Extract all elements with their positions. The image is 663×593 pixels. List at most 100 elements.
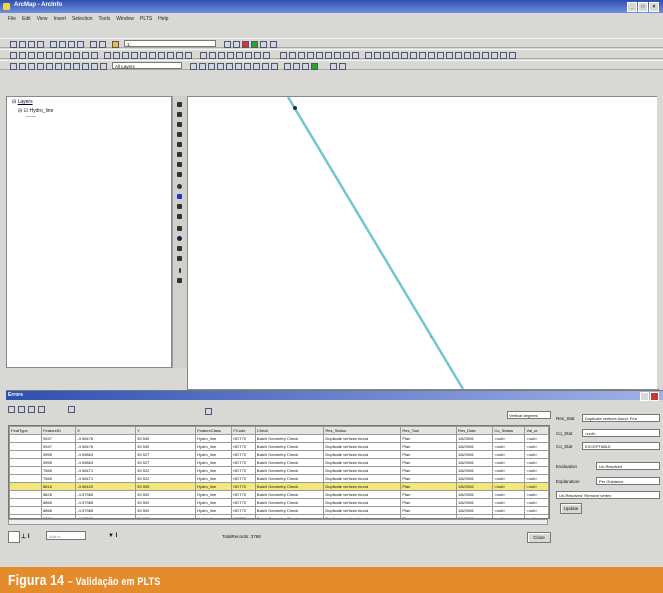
menu-help[interactable]: Help [158,14,168,24]
batch-check-icon[interactable] [218,52,225,59]
column-header[interactable]: Res_Status [323,426,402,435]
column-header[interactable]: X [75,426,137,435]
graph-icon[interactable] [236,52,243,59]
tool-f-icon[interactable] [339,63,346,70]
tool-d-icon[interactable] [311,63,318,70]
intersect-icon[interactable] [113,52,120,59]
clear-selection-icon[interactable] [37,63,44,70]
errors-close-button[interactable] [650,392,659,401]
map-scrollbar[interactable] [657,96,663,388]
rotate-icon[interactable] [37,52,44,59]
vertical-degrees-field[interactable]: Vertical degrees [507,411,551,419]
menu-window[interactable]: Window [116,14,134,24]
layer-properties-icon[interactable] [19,63,26,70]
zoom-layer-icon[interactable] [46,63,53,70]
maximize-button[interactable]: □ [638,2,648,12]
menu-plts[interactable]: PLTS [140,14,152,24]
table-row[interactable]: 5955 -4.95863 39.927 Hydro_line HDT70 Batch G… [9,458,549,467]
errors-minimize-button[interactable] [640,392,649,401]
clip-icon[interactable] [131,52,138,59]
column-header[interactable]: FeatureClass [195,426,233,435]
style-icon[interactable] [91,63,98,70]
line-color-icon[interactable] [253,63,260,70]
previous-extent-icon[interactable] [177,162,182,167]
report-icon[interactable] [245,52,252,59]
errors-export-icon[interactable] [205,408,212,415]
font-icon[interactable] [262,63,269,70]
table-row[interactable]: 5947 -4.96476 39.940 Hydro_line HDT70 Batch G… [9,442,549,451]
rectangle-icon[interactable] [217,63,224,70]
paste-icon[interactable] [68,41,75,48]
help-icon[interactable] [270,41,277,48]
next-extent-icon[interactable] [177,172,182,177]
tracking-icon[interactable] [473,52,480,59]
new-icon[interactable] [10,41,17,48]
zoom-selected-icon[interactable] [55,63,62,70]
table-horizontal-scrollbar[interactable] [8,519,548,525]
3d-icon[interactable] [491,52,498,59]
select-features-icon[interactable] [28,63,35,70]
sketch-tool-icon[interactable] [19,52,26,59]
attributes-icon[interactable] [46,52,53,59]
schematic-icon[interactable] [509,52,516,59]
legend-icon[interactable] [334,52,341,59]
measure-icon[interactable] [383,52,390,59]
menu-edit[interactable]: Edit [22,14,31,24]
errors-zoom-icon[interactable] [8,406,15,413]
zoom-in-icon[interactable] [177,102,182,107]
fixed-zoom-in-icon[interactable] [177,122,182,127]
extend-icon[interactable] [149,52,156,59]
hydro-line-feature[interactable] [286,97,465,389]
topology-icon[interactable] [64,52,71,59]
scale-bar-icon[interactable] [316,52,323,59]
table-icon[interactable] [227,52,234,59]
record-number-field[interactable] [8,531,20,543]
feature-icon[interactable] [289,52,296,59]
scale-select[interactable]: 1: [124,40,216,47]
toolbox-icon[interactable] [260,41,267,48]
table-row[interactable]: 5955 -4.95863 39.927 Hydro_line HDT70 Batch G… [9,450,549,459]
tool-e-icon[interactable] [330,63,337,70]
polygon-icon[interactable] [226,63,233,70]
print-icon[interactable] [37,41,44,48]
effects-icon[interactable] [437,52,444,59]
layers-select[interactable]: All Layers [112,62,182,69]
undo-icon[interactable] [90,41,97,48]
text-icon[interactable] [343,52,350,59]
bold-icon[interactable] [271,63,278,70]
reshape-icon[interactable] [140,52,147,59]
zoom-out-icon[interactable] [177,112,182,117]
pointer-icon[interactable] [177,226,182,231]
symbol-icon[interactable] [298,52,305,59]
menu-tools[interactable]: Tools [99,14,111,24]
evaluation-select[interactable]: Un-Resolved [596,462,660,470]
minimize-button[interactable]: _ [627,2,637,12]
cut-icon[interactable] [50,41,57,48]
pan-selected-icon[interactable] [64,63,71,70]
toc-layer-item[interactable]: ⊟ ☑ Hydro_line [18,108,53,114]
column-header[interactable]: Check [254,426,325,435]
save-icon[interactable] [28,41,35,48]
trim-icon[interactable] [158,52,165,59]
grid-icon[interactable] [365,52,372,59]
measure-tool-icon[interactable] [179,268,181,273]
sketch-icon[interactable] [233,41,240,48]
table-row[interactable]: 7565 -4.96471 39.922 Hydro_line HDT70 Batch G… [9,474,549,483]
label-icon[interactable] [307,52,314,59]
close-errors-button[interactable]: Close [527,532,551,543]
time-icon[interactable] [419,52,426,59]
smooth-icon[interactable] [176,52,183,59]
find-tool-icon[interactable] [177,246,182,251]
identify-tool-icon[interactable] [177,236,182,241]
find-icon[interactable] [401,52,408,59]
column-header[interactable]: Val_ur [524,426,549,435]
map-view[interactable] [187,96,659,390]
table-row[interactable]: 8866 -4.97385 39.902 Hydro_line HDT70 Batch G… [9,506,549,515]
reviewer-icon[interactable] [209,52,216,59]
forward-icon[interactable] [177,204,182,209]
table-row[interactable]: 8816 -4.96420 39.905 Hydro_line HDT70 Batch G… [9,482,549,491]
redo-icon[interactable] [99,41,106,48]
color-icon[interactable] [100,63,107,70]
arrow-down-icon[interactable] [199,63,206,70]
res-stat-field[interactable]: Duplicate vertices found. Fea [582,414,660,422]
